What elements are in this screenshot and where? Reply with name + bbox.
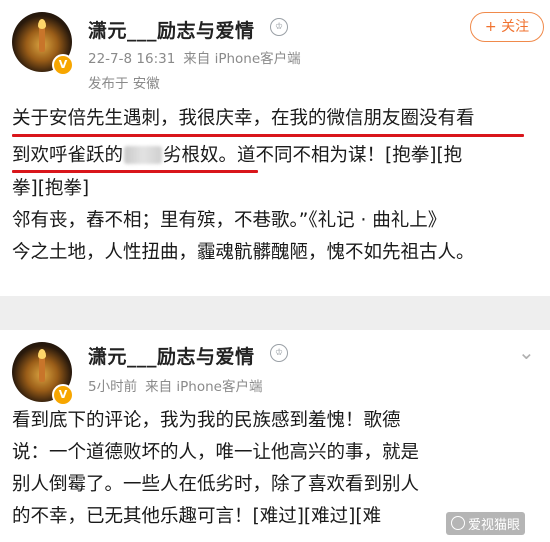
member-level-icon: ♔ (270, 18, 288, 36)
post-2-line-4: 的不幸，已无其他乐趣可言！[难过][难过][难 (12, 506, 382, 527)
member-level-icon: ♔ (270, 344, 288, 362)
avatar-candle (39, 26, 45, 52)
post-source: 来自 iPhone客户端 (145, 379, 263, 395)
verified-v-icon: V (52, 54, 74, 76)
avatar-flame (38, 349, 46, 359)
follow-button[interactable]: + 关注 (470, 12, 544, 42)
weibo-post-2: V 潇元___励志与爱情 ♔ 5小时前 来自 iPhone客户端 看到底下的评论，… (0, 330, 550, 542)
post-1-line-2-prefix: 到欢呼雀跃的 (12, 145, 124, 166)
avatar-flame (38, 19, 46, 29)
post-timestamp: 5小时前 (88, 379, 138, 395)
redacted-word (124, 146, 163, 164)
post-timestamp: 22-7-8 16:31 (88, 51, 176, 67)
post-1-line-4: 邻有丧，舂不相；里有殡，不巷歌。”《礼记 · 曲礼上》 (12, 210, 447, 231)
author-name[interactable]: 潇元___励志与爱情 (88, 16, 255, 43)
avatar-candle (39, 356, 45, 382)
weibo-post-1: V 潇元___励志与爱情 ♔ 22-7-8 16:31 来自 iPhone客户端 … (0, 0, 550, 296)
follow-label: + 关注 (484, 19, 530, 35)
post-1-line-2-rest: 劣根奴。道不同不相为谋！[抱拳][抱 (163, 145, 463, 166)
post-1-line-3: 拳][抱拳] (12, 178, 90, 199)
author-name[interactable]: 潇元___励志与爱情 (88, 342, 255, 369)
post-source: 来自 iPhone客户端 (183, 51, 301, 67)
highlight-underline-1 (12, 134, 524, 137)
post-meta: 5小时前 来自 iPhone客户端 (88, 375, 262, 395)
post-meta: 22-7-8 16:31 来自 iPhone客户端 (88, 47, 301, 67)
post-1-line-1: 关于安倍先生遇刺，我很庆幸，在我的微信朋友圈没有看 (12, 108, 475, 129)
post-1-line-2: 到欢呼雀跃的 劣根奴。道不同不相为谋！[抱拳][抱 (12, 146, 462, 166)
highlight-underline-2 (12, 170, 258, 173)
post-2-line-3: 别人倒霉了。一些人在低劣时，除了喜欢看到别人 (12, 474, 420, 495)
post-2-line-2: 说：一个道德败坏的人，唯一让他高兴的事，就是 (12, 442, 420, 463)
post-location: 发布于 安徽 (88, 76, 160, 92)
watermark: 爱视猫眼 (446, 512, 526, 535)
post-2-line-1: 看到底下的评论，我为我的民族感到羞愧！歌德 (12, 410, 401, 431)
watermark-logo-icon (451, 516, 465, 530)
more-options-icon[interactable]: ⌄ (518, 340, 535, 364)
post-divider (0, 296, 550, 330)
verified-v-icon: V (52, 384, 74, 406)
watermark-text: 爱视猫眼 (468, 518, 521, 533)
post-1-line-5: 今之土地，人性扭曲，霾魂骯髒醜陋，愧不如先祖古人。 (12, 242, 475, 263)
